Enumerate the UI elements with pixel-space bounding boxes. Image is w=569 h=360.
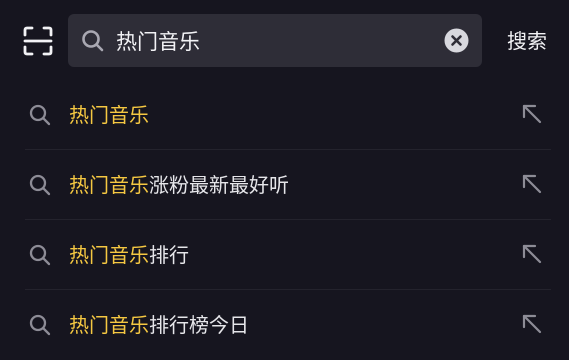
suggestion-rest: 涨粉最新最好听	[149, 173, 289, 197]
suggestion-item[interactable]: 热门音乐排行	[0, 220, 569, 290]
arrow-up-left-icon[interactable]	[520, 242, 544, 266]
search-icon	[29, 104, 51, 126]
suggestion-highlight: 热门音乐	[69, 173, 149, 197]
suggestion-highlight: 热门音乐	[69, 313, 149, 337]
suggestion-highlight: 热门音乐	[69, 243, 149, 267]
suggestion-item[interactable]: 热门音乐排行榜今日	[0, 290, 569, 360]
search-header: 搜索	[0, 0, 569, 82]
suggestion-highlight: 热门音乐	[69, 103, 149, 127]
arrow-up-left-icon[interactable]	[520, 312, 544, 336]
search-icon	[29, 244, 51, 266]
search-icon	[29, 314, 51, 336]
suggestion-rest: 排行	[149, 243, 189, 267]
suggestion-text: 热门音乐排行	[69, 239, 189, 271]
scan-icon	[23, 26, 53, 56]
search-icon	[29, 174, 51, 196]
suggestion-list: 热门音乐 热门音乐涨粉最新最好听 热门音乐排行 热门音乐排行榜今日	[0, 80, 569, 360]
search-input[interactable]	[116, 24, 426, 57]
search-button[interactable]: 搜索	[500, 24, 554, 58]
suggestion-text: 热门音乐排行榜今日	[69, 309, 249, 341]
scan-button[interactable]	[22, 25, 54, 57]
search-box	[68, 14, 482, 67]
suggestion-text: 热门音乐涨粉最新最好听	[69, 169, 289, 201]
clear-icon[interactable]	[444, 28, 469, 53]
arrow-up-left-icon[interactable]	[520, 172, 544, 196]
suggestion-text: 热门音乐	[69, 99, 149, 131]
search-icon	[82, 30, 104, 52]
suggestion-item[interactable]: 热门音乐涨粉最新最好听	[0, 150, 569, 220]
suggestion-rest: 排行榜今日	[149, 313, 249, 337]
arrow-up-left-icon[interactable]	[520, 102, 544, 126]
suggestion-item[interactable]: 热门音乐	[0, 80, 569, 150]
